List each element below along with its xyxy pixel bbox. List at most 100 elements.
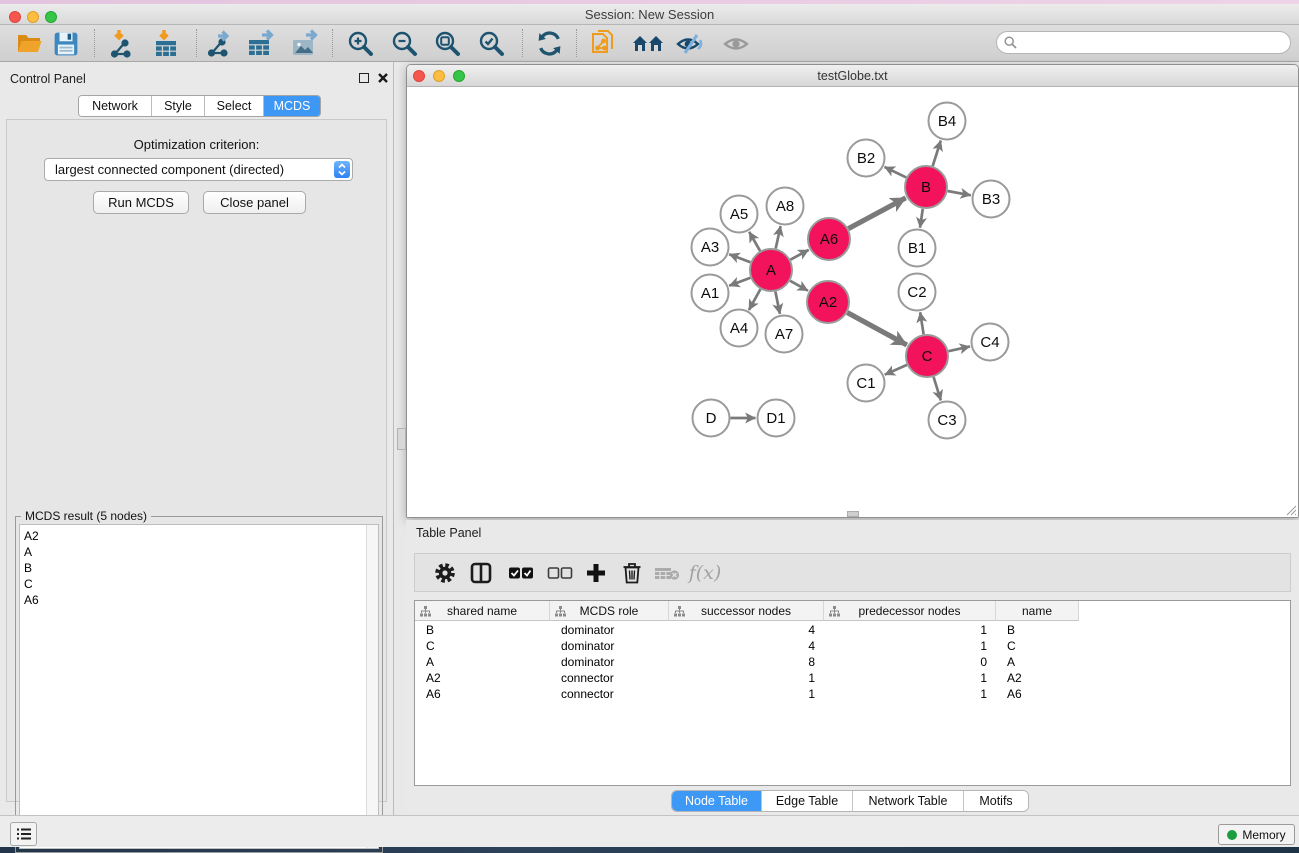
graph-edge[interactable] [948,346,970,351]
table-row[interactable]: Cdominator41C [415,638,1290,654]
table-row[interactable]: Bdominator41B [415,622,1290,638]
table-cell[interactable]: A [996,654,1079,670]
result-scrollbar[interactable] [366,525,378,848]
graph-edge[interactable] [934,377,941,400]
table-cell[interactable]: connector [550,686,669,702]
network-hscroll-thumb[interactable] [847,511,859,517]
graph-edge[interactable] [749,232,760,251]
table-cell[interactable]: dominator [550,638,669,654]
table-cell[interactable]: C [996,638,1079,654]
hide-selected-button[interactable] [672,27,708,60]
table-cell[interactable]: 1 [824,670,996,686]
create-column-button[interactable] [580,557,612,589]
network-canvas[interactable]: B4B2BB3A5A8A6A3B1AA1C2A2A4A7C4CC1C3DD1 [407,87,1298,517]
column-header-predecessor-nodes[interactable]: predecessor nodes [824,601,996,621]
table-row[interactable]: A6connector11A6 [415,686,1290,702]
graph-edge[interactable] [776,226,781,248]
save-session-button[interactable] [48,27,84,60]
table-cell[interactable]: B [415,622,550,638]
graph-edge[interactable] [920,312,923,334]
column-header-shared-name[interactable]: shared name [415,601,550,621]
show-all-button[interactable] [718,27,754,60]
window-resize-grip[interactable] [1285,504,1297,516]
graph-edge[interactable] [790,250,808,260]
deselect-all-columns-button[interactable] [544,557,576,589]
table-cell[interactable]: 4 [669,622,824,638]
graph-edge[interactable] [920,209,923,228]
table-cell[interactable]: 8 [669,654,824,670]
float-panel-icon[interactable] [359,73,369,83]
tab-network-table[interactable]: Network Table [853,791,964,811]
table-cell[interactable]: connector [550,670,669,686]
result-item[interactable]: C [24,576,378,592]
optimization-criterion-select[interactable]: largest connected component (directed) [44,158,353,181]
tab-edge-table[interactable]: Edge Table [762,791,853,811]
table-cell[interactable]: 0 [824,654,996,670]
column-header-name[interactable]: name [996,601,1079,621]
close-panel-icon[interactable] [377,72,389,84]
table-cell[interactable]: 1 [824,638,996,654]
graph-edge[interactable] [948,191,971,195]
run-mcds-button[interactable]: Run MCDS [93,191,189,214]
table-cell[interactable]: A6 [996,686,1079,702]
new-network-from-selection-button[interactable] [585,27,621,60]
table-cell[interactable]: dominator [550,654,669,670]
graph-edge[interactable] [884,167,906,178]
table-cell[interactable]: A6 [415,686,550,702]
graph-edge[interactable] [775,292,780,314]
table-cell[interactable]: dominator [550,622,669,638]
table-cell[interactable]: A [415,654,550,670]
first-neighbors-button[interactable] [630,27,666,60]
tab-select[interactable]: Select [205,96,264,116]
result-item[interactable]: A2 [24,528,378,544]
table-cell[interactable]: 4 [669,638,824,654]
table-cell[interactable]: 1 [669,670,824,686]
column-header-successor-nodes[interactable]: successor nodes [669,601,824,621]
search-input[interactable] [996,31,1291,54]
table-cell[interactable]: A2 [996,670,1079,686]
zoom-out-button[interactable] [387,27,423,60]
table-cell[interactable]: 1 [824,686,996,702]
zoom-selected-button[interactable] [474,27,510,60]
graph-edge[interactable] [749,289,760,310]
tab-mcds[interactable]: MCDS [264,96,320,116]
tab-network[interactable]: Network [79,96,152,116]
graph-edge[interactable] [885,365,907,375]
table-cell[interactable]: C [415,638,550,654]
mcds-result-list[interactable]: A2ABCA6 [19,524,379,849]
graph-edge[interactable] [848,198,905,229]
tab-style[interactable]: Style [152,96,205,116]
tab-motifs[interactable]: Motifs [964,791,1028,811]
import-network-button[interactable] [103,27,139,60]
zoom-in-button[interactable] [343,27,379,60]
select-all-columns-button[interactable] [505,557,537,589]
column-header-MCDS-role[interactable]: MCDS role [550,601,669,621]
network-window-titlebar[interactable]: testGlobe.txt [407,65,1298,87]
table-cell[interactable]: 1 [669,686,824,702]
graph-edge[interactable] [729,254,750,262]
zoom-fit-button[interactable] [430,27,466,60]
delete-column-button[interactable] [616,557,648,589]
table-cell[interactable]: 1 [824,622,996,638]
export-table-button[interactable] [243,27,279,60]
table-row[interactable]: A2connector11A2 [415,670,1290,686]
close-panel-button[interactable]: Close panel [203,191,306,214]
graph-edge[interactable] [847,313,906,345]
graph-edge[interactable] [933,141,941,167]
graph-edge[interactable] [729,278,750,286]
result-item[interactable]: A [24,544,378,560]
import-table-button[interactable] [148,27,184,60]
result-item[interactable]: A6 [24,592,378,608]
table-row[interactable]: Adominator80A [415,654,1290,670]
table-cell[interactable]: A2 [415,670,550,686]
show-columns-button[interactable] [465,557,497,589]
table-cell[interactable]: B [996,622,1079,638]
result-item[interactable]: B [24,560,378,576]
refresh-button[interactable] [531,27,567,60]
open-session-button[interactable] [12,27,48,60]
function-builder-button[interactable]: f(x) [689,557,721,589]
graph-edge[interactable] [790,281,808,291]
export-image-button[interactable] [287,27,323,60]
task-history-button[interactable] [10,822,37,846]
splitter-handle[interactable] [397,428,406,450]
